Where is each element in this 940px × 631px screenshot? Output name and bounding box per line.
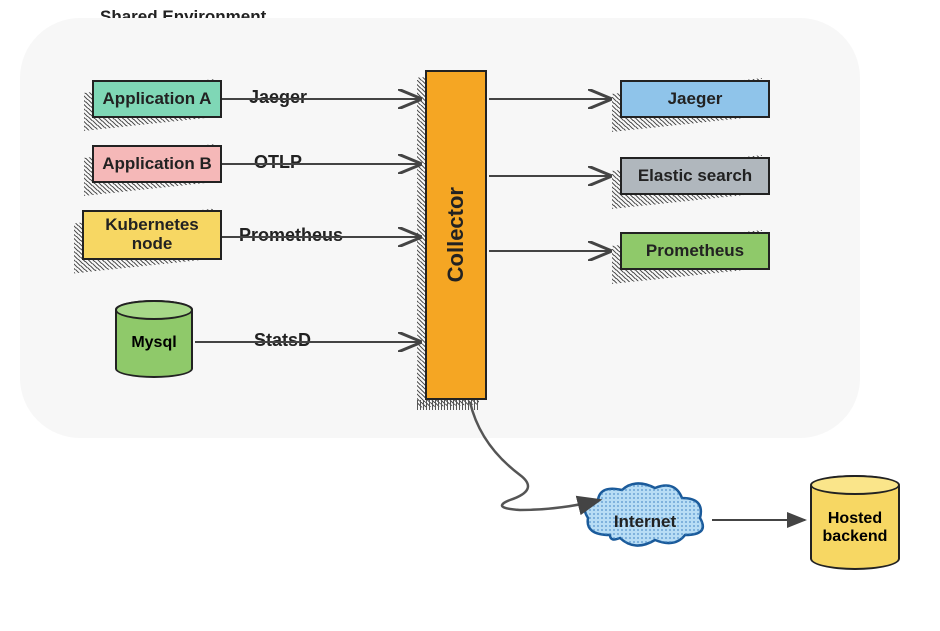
internet-label: Internet [614,512,676,532]
protocol-otlp: OTLP [250,152,306,173]
collector-box: Collector [425,70,487,400]
protocol-jaeger: Jaeger [245,87,311,108]
protocol-prometheus: Prometheus [235,225,347,246]
collector-label: Collector [444,187,468,282]
sink-label: Jaeger [668,90,723,109]
source-label: Application A [103,90,212,109]
hosted-backend-label: Hosted backend [812,510,898,545]
source-application-b: Application B [92,145,222,183]
source-label: Application B [102,155,212,174]
hosted-backend: Hosted backend [810,475,900,570]
source-label: Kubernetes node [92,216,212,253]
sink-prometheus: Prometheus [620,232,770,270]
source-label: Mysql [131,334,176,352]
source-kubernetes-node: Kubernetes node [82,210,222,260]
source-application-a: Application A [92,80,222,118]
sink-label: Prometheus [646,242,744,261]
source-mysql: Mysql [115,300,193,378]
sink-elastic-search: Elastic search [620,157,770,195]
sink-jaeger: Jaeger [620,80,770,118]
protocol-statsd: StatsD [250,330,315,351]
internet-cloud: Internet [580,480,710,560]
sink-label: Elastic search [638,167,752,186]
